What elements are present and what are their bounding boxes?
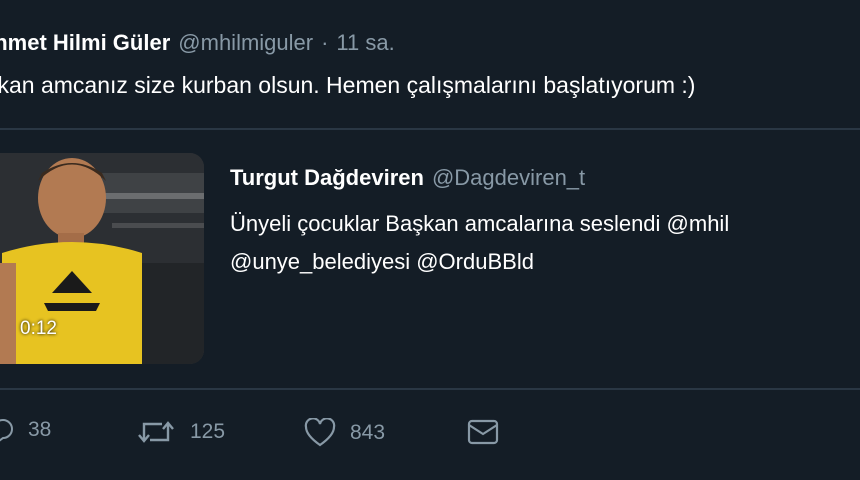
retweet-icon [138,421,174,443]
quoted-text-line-2: @unye_belediyesi @OrduBBld [230,249,534,274]
video-thumbnail[interactable]: 0:12 [0,153,204,364]
divider [0,128,860,130]
direct-message-button[interactable] [466,418,500,446]
reply-count: 38 [28,418,52,441]
heart-icon [304,418,336,447]
envelope-icon [467,419,499,445]
author-handle[interactable]: @mhilmiguler [178,30,313,56]
quoted-author-line: Turgut Dağdeviren @Dagdeviren_t [230,165,585,191]
quoted-text-line-1: Ünyeli çocuklar Başkan amcalarına seslen… [230,211,730,236]
tweet-timestamp[interactable]: 11 sa. [336,30,394,56]
quoted-author-name[interactable]: Turgut Dağdeviren [230,165,424,191]
like-button[interactable]: 843 [304,418,385,448]
quoted-author-handle[interactable]: @Dagdeviren_t [432,165,585,191]
like-count: 843 [350,421,386,444]
author-name[interactable]: ehmet Hilmi Güler [0,30,170,56]
video-duration: 0:12 [20,318,57,339]
retweet-button[interactable]: 125 [136,418,225,446]
reply-icon [0,419,13,442]
reply-button[interactable]: 38 [0,418,51,442]
tweet-actions: 38 125 843 [0,418,860,458]
tweet-text: şkan amcanız size kurban olsun. Hemen ça… [0,72,696,98]
retweet-count: 125 [190,420,226,443]
divider [0,388,860,390]
tweet-author-line: ehmet Hilmi Güler @mhilmiguler · 11 sa. [0,30,395,56]
separator-dot: · [321,30,329,55]
quoted-text: Ünyeli çocuklar Başkan amcalarına seslen… [230,205,729,281]
